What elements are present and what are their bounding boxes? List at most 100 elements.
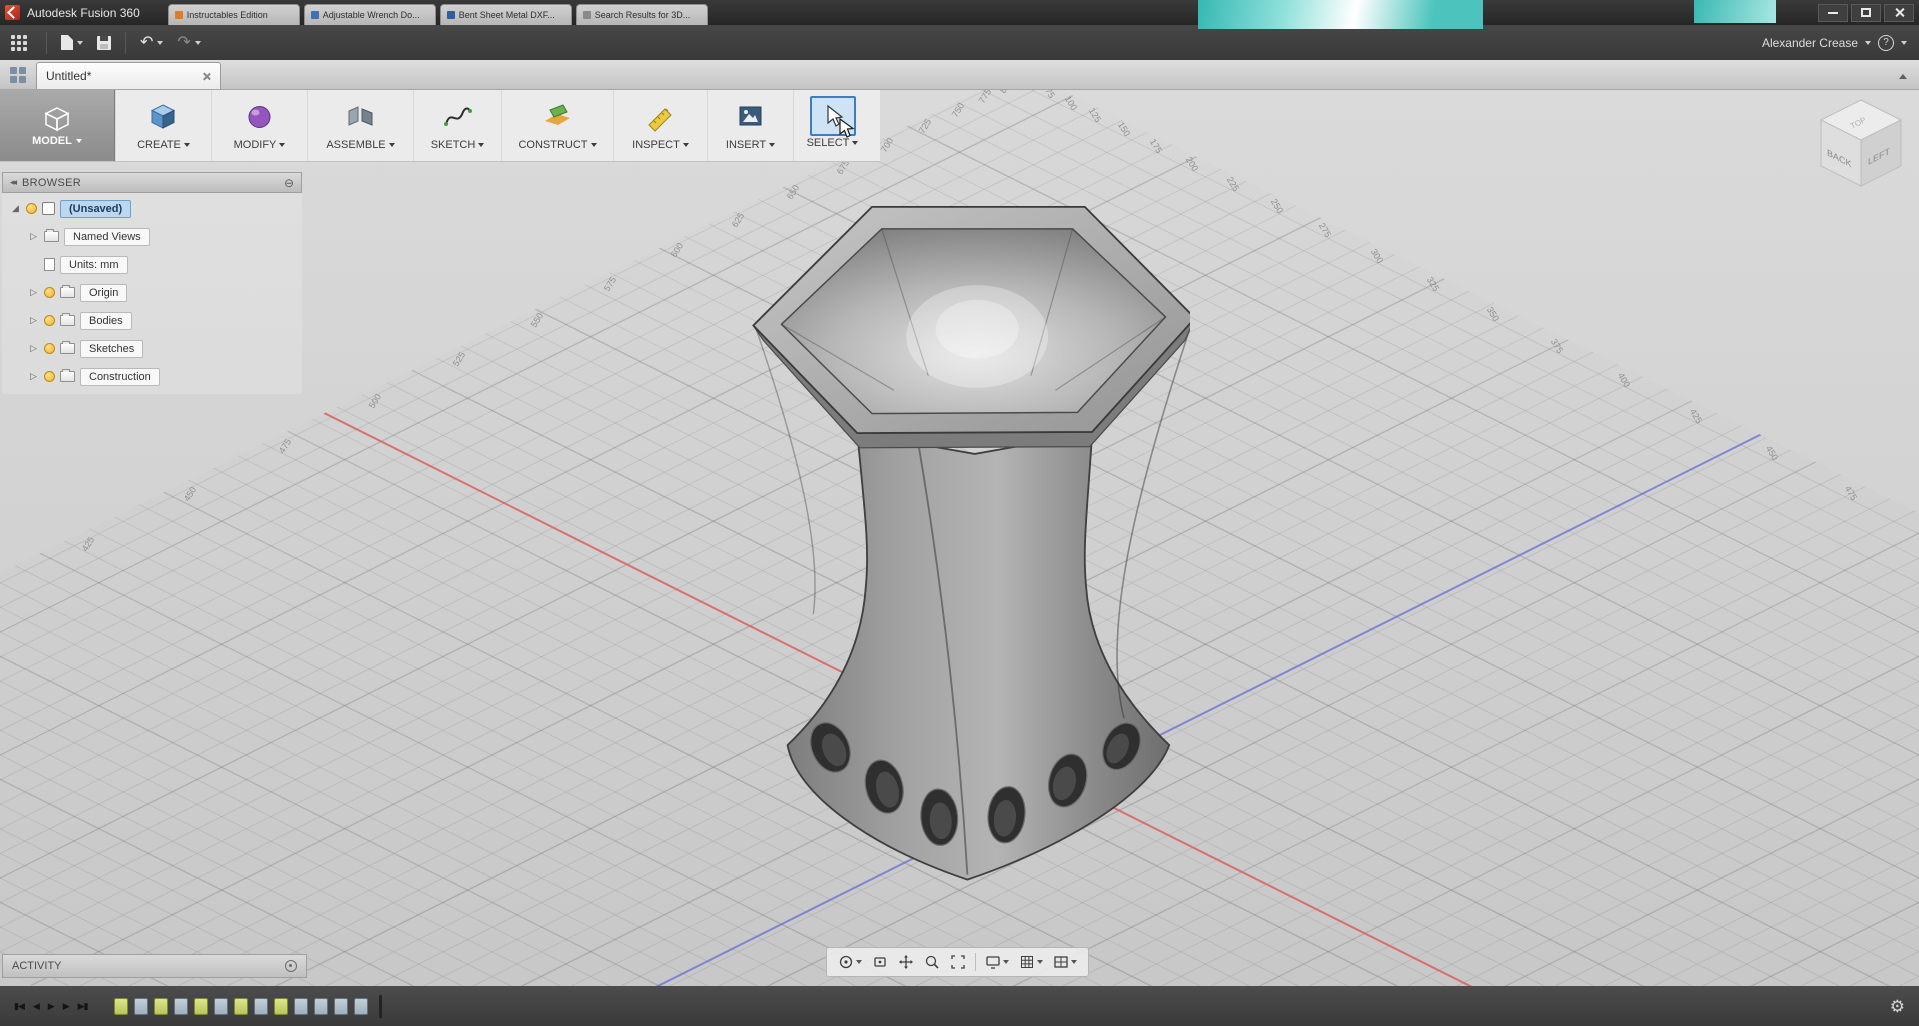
tab-label: Search Results for 3D... — [595, 10, 691, 20]
expand-arrow-icon[interactable]: ▷ — [28, 287, 39, 298]
activity-panel[interactable]: ACTIVITY — [2, 954, 307, 978]
navigation-toolbar — [826, 947, 1089, 977]
timeline-play-button[interactable]: ▶ — [48, 1001, 54, 1012]
document-tab[interactable]: Untitled* — [36, 62, 221, 89]
close-button[interactable] — [1884, 4, 1914, 22]
help-icon[interactable]: ? — [1878, 35, 1894, 51]
tab-favicon-icon — [311, 11, 319, 19]
timeline-feature-pattern1[interactable] — [314, 998, 328, 1015]
titlebar-tabs: Instructables Edition Adjustable Wrench D… — [168, 4, 708, 25]
display-settings-button[interactable] — [981, 952, 1013, 972]
look-at-button[interactable] — [868, 952, 892, 972]
expand-arrow-icon[interactable]: ▷ — [28, 371, 39, 382]
timeline-go-to-start-button[interactable]: ▮◀ — [14, 1001, 24, 1012]
assemble-icon — [345, 101, 376, 132]
pan-button[interactable] — [894, 952, 918, 972]
timeline-feature-sketch2[interactable] — [154, 998, 168, 1015]
browser-tab[interactable]: Adjustable Wrench Do... — [304, 4, 436, 25]
browser-item-root[interactable]: ◢ (Unsaved) — [10, 197, 302, 220]
undo-icon: ↶ — [140, 35, 153, 51]
ribbon-group-assemble[interactable]: ASSEMBLE — [307, 90, 413, 161]
browser-item-sketches[interactable]: ▷Sketches — [28, 337, 302, 360]
browser-tab[interactable]: Bent Sheet Metal DXF... — [440, 4, 572, 25]
grid-snaps-button[interactable] — [1015, 952, 1047, 972]
browser-item-bodies[interactable]: ▷Bodies — [28, 309, 302, 332]
window-controls — [1818, 4, 1919, 22]
restore-icon — [1861, 8, 1871, 17]
orbit-button[interactable] — [834, 952, 866, 972]
tab-favicon-icon — [447, 11, 455, 19]
model-workspace-icon — [43, 105, 71, 133]
user-menu[interactable]: Alexander Crease — [1762, 36, 1858, 50]
timeline-feature-revolve1[interactable] — [134, 998, 148, 1015]
timeline-feature-sketch4[interactable] — [234, 998, 248, 1015]
browser-tab[interactable]: Search Results for 3D... — [576, 4, 708, 25]
model-body[interactable] — [735, 192, 1190, 892]
ribbon-toolbar: MODEL CREATE MODIFY ASSEMBLE SKETCH — [0, 90, 880, 162]
app-launcher-icon[interactable] — [11, 35, 27, 51]
group-label: MODIFY — [234, 139, 277, 151]
visibility-bulb-icon[interactable] — [44, 343, 55, 354]
ribbon-group-select[interactable]: SELECT — [793, 90, 871, 161]
ribbon-group-insert[interactable]: INSERT — [707, 90, 793, 161]
view-cube[interactable]: TOP BACK LEFT — [1811, 94, 1911, 194]
visibility-bulb-icon[interactable] — [44, 315, 55, 326]
browser-tab[interactable]: Instructables Edition — [168, 4, 300, 25]
close-tab-icon[interactable] — [202, 72, 211, 81]
inspect-icon — [645, 101, 676, 132]
minimize-button[interactable] — [1818, 4, 1848, 22]
expand-arrow-icon[interactable]: ▷ — [28, 343, 39, 354]
visibility-bulb-icon[interactable] — [44, 371, 55, 382]
browser-item-named-views[interactable]: ▷Named Views — [28, 225, 302, 248]
workspace-switcher[interactable]: MODEL — [0, 90, 115, 161]
file-menu-button[interactable] — [54, 31, 90, 54]
ribbon-group-modify[interactable]: MODIFY — [211, 90, 307, 161]
zoom-icon — [924, 954, 940, 970]
redo-button[interactable]: ↷ — [170, 31, 207, 55]
expand-arrow-icon[interactable]: ▷ — [28, 315, 39, 326]
timeline-position-marker[interactable] — [379, 995, 382, 1018]
timeline-step-back-button[interactable]: ◀ — [33, 1001, 39, 1012]
timeline-feature-form1[interactable] — [354, 998, 368, 1015]
visibility-bulb-icon[interactable] — [26, 203, 37, 214]
document-icon — [44, 258, 55, 271]
zoom-button[interactable] — [920, 952, 944, 972]
fit-button[interactable] — [946, 952, 970, 972]
browser-item-label: (Unsaved) — [60, 200, 131, 218]
tab-label: Adjustable Wrench Do... — [323, 10, 420, 20]
viewports-button[interactable] — [1049, 952, 1081, 972]
timeline-feature-shell1[interactable] — [254, 998, 268, 1015]
timeline-feature-loft1[interactable] — [174, 998, 188, 1015]
ribbon-group-construct[interactable]: CONSTRUCT — [501, 90, 613, 161]
browser-item-construction[interactable]: ▷Construction — [28, 365, 302, 388]
timeline-feature-fillet1[interactable] — [334, 998, 348, 1015]
ribbon-group-create[interactable]: CREATE — [115, 90, 211, 161]
model-body-surface[interactable] — [788, 433, 1170, 879]
timeline-bar: ▮◀ ◀ ▶ ▶ ▶▮ ⚙ — [0, 986, 1919, 1026]
collapse-panel-icon[interactable]: ◂◂ — [10, 177, 15, 188]
timeline-feature-extrude2[interactable] — [294, 998, 308, 1015]
browser-item-origin[interactable]: ▷Origin — [28, 281, 302, 304]
collapse-toolbar-icon[interactable] — [1899, 74, 1907, 79]
browser-item-units-mm[interactable]: Units: mm — [28, 253, 302, 276]
timeline-feature-sketch5[interactable] — [274, 998, 288, 1015]
ribbon-group-inspect[interactable]: INSPECT — [613, 90, 707, 161]
timeline-step-forward-button[interactable]: ▶ — [63, 1001, 69, 1012]
timeline-feature-sketch1[interactable] — [114, 998, 128, 1015]
timeline-feature-sketch3[interactable] — [194, 998, 208, 1015]
model-canvas[interactable]: 8258007757507257006756506256005755505255… — [0, 90, 1919, 1026]
save-button[interactable] — [90, 32, 118, 54]
ribbon-group-sketch[interactable]: SKETCH — [413, 90, 501, 161]
expand-arrow-icon[interactable]: ▷ — [28, 231, 39, 242]
timeline-feature-extrude1[interactable] — [214, 998, 228, 1015]
expand-arrow-icon[interactable]: ◢ — [10, 203, 21, 214]
timeline-go-to-end-button[interactable]: ▶▮ — [78, 1001, 88, 1012]
toolbar-divider — [125, 32, 126, 54]
browser-panel-header[interactable]: ◂◂ BROWSER ⊖ — [2, 172, 302, 193]
visibility-bulb-icon[interactable] — [44, 287, 55, 298]
display-filter-icon[interactable]: ⊖ — [284, 176, 294, 190]
data-panel-toggle-icon[interactable] — [10, 67, 26, 83]
timeline-settings-gear-icon[interactable]: ⚙ — [1890, 998, 1919, 1015]
restore-button[interactable] — [1851, 4, 1881, 22]
undo-button[interactable]: ↶ — [133, 31, 170, 55]
